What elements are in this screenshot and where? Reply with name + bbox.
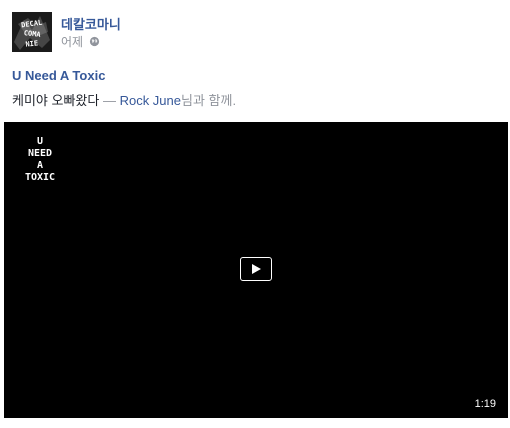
post-text-with: 님과 함께. [181,93,237,108]
post-text-separator: — [99,93,120,108]
tagged-user-link[interactable]: Rock June [120,93,181,108]
post-timestamp[interactable]: 어제 [61,33,83,50]
video-overlay-line: TOXIC [24,172,56,183]
post-title[interactable]: U Need A Toxic [12,68,105,83]
video-overlay-title: U NEED A TOXIC [22,136,58,184]
play-button[interactable] [240,257,272,281]
post-text-main: 케미야 오빠왔다 [12,93,100,108]
globe-icon[interactable] [89,36,100,47]
play-icon [252,264,261,274]
video-player[interactable]: U NEED A TOXIC 1:19 [4,122,508,418]
page-avatar[interactable]: DECAL COMA NIE [12,12,52,52]
post-text: 케미야 오빠왔다 — Rock June님과 함께. [12,90,236,109]
video-overlay-line: U [36,136,44,147]
video-duration: 1:19 [474,398,496,410]
page-name-link[interactable]: 데칼코마니 [61,14,121,33]
video-overlay-line: A [36,160,44,171]
svg-text:NIE: NIE [25,39,38,48]
post-meta: 어제 [61,33,100,50]
video-overlay-line: NEED [27,148,53,159]
